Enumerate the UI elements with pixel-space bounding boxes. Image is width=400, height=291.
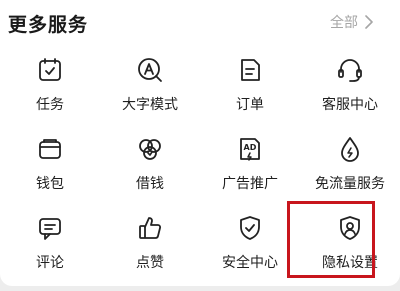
service-ad-promotion[interactable]: AD 广告推广: [200, 125, 300, 204]
comment-icon: [34, 212, 66, 244]
wallet-icon: [34, 133, 66, 165]
order-document-icon: [234, 54, 266, 86]
service-task[interactable]: 任务: [0, 46, 100, 125]
service-comment[interactable]: 评论: [0, 204, 100, 283]
shield-check-icon: [234, 212, 266, 244]
service-label: 广告推广: [222, 176, 278, 192]
section-title: 更多服务: [8, 14, 89, 36]
service-order[interactable]: 订单: [200, 46, 300, 125]
data-drop-icon: [334, 133, 366, 165]
services-grid: 任务 大字模式 订单 客服中心 钱包 借钱 AD 广告推广 免流量服务 评论 点…: [0, 46, 400, 283]
service-label: 任务: [36, 97, 64, 113]
service-label: 安全中心: [222, 255, 278, 271]
view-all-label: 全部: [330, 15, 358, 31]
service-large-font[interactable]: 大字模式: [100, 46, 200, 125]
chevron-right-icon: [365, 15, 373, 29]
service-label: 隐私设置: [322, 255, 378, 271]
section-header: 更多服务 全部: [0, 0, 400, 46]
ad-promotion-icon: AD: [234, 133, 266, 165]
large-font-icon: [134, 54, 166, 86]
svg-text:AD: AD: [244, 143, 257, 152]
borrow-money-icon: [134, 133, 166, 165]
service-label: 大字模式: [122, 97, 178, 113]
service-data-free[interactable]: 免流量服务: [300, 125, 400, 204]
service-borrow-money[interactable]: 借钱: [100, 125, 200, 204]
service-label: 免流量服务: [315, 176, 385, 192]
service-like[interactable]: 点赞: [100, 204, 200, 283]
task-calendar-icon: [34, 54, 66, 86]
service-label: 钱包: [36, 176, 64, 192]
headset-icon: [334, 54, 366, 86]
service-label: 订单: [236, 97, 264, 113]
service-customer-center[interactable]: 客服中心: [300, 46, 400, 125]
more-services-panel: 更多服务 全部 任务 大字模式 订单 客服中心 钱包 借钱 AD 广告推广 免流…: [0, 0, 400, 286]
service-security-center[interactable]: 安全中心: [200, 204, 300, 283]
service-wallet[interactable]: 钱包: [0, 125, 100, 204]
service-label: 客服中心: [322, 97, 378, 113]
view-all-link[interactable]: 全部: [330, 12, 374, 32]
thumbs-up-icon: [134, 212, 166, 244]
service-label: 借钱: [136, 176, 164, 192]
service-privacy-settings[interactable]: 隐私设置: [300, 204, 400, 283]
service-label: 点赞: [136, 255, 164, 271]
privacy-shield-icon: [334, 212, 366, 244]
service-label: 评论: [36, 255, 64, 271]
